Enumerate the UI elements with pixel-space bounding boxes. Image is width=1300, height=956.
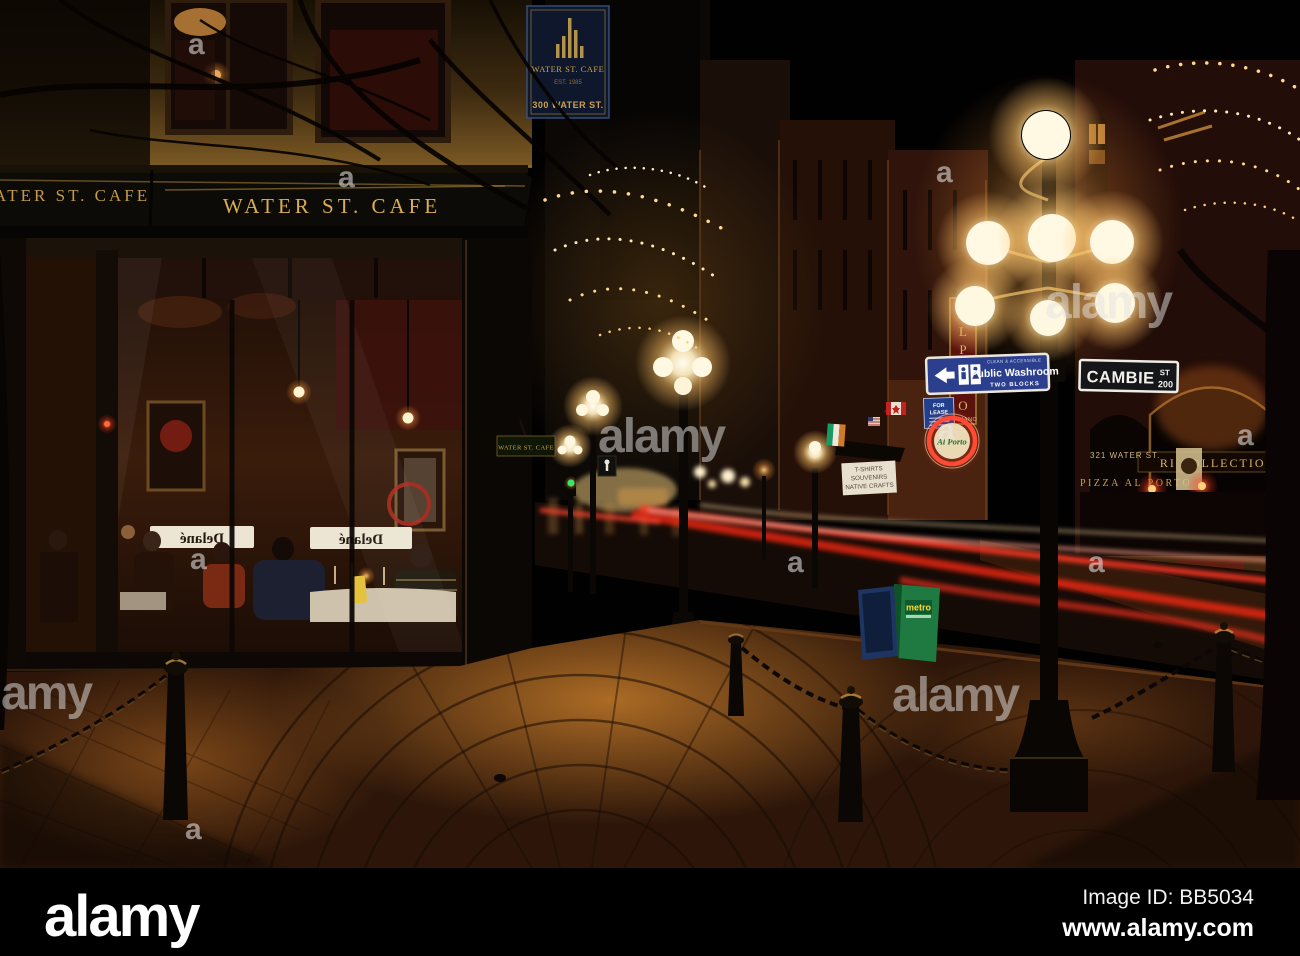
top-sign-est: EST. 1985 bbox=[554, 80, 582, 86]
address-321-sign: 321 WATER ST. bbox=[1090, 451, 1160, 460]
svg-text:T-SHIRTS: T-SHIRTS bbox=[854, 465, 882, 473]
svg-text:a: a bbox=[190, 543, 207, 576]
svg-text:alamy: alamy bbox=[598, 410, 726, 463]
cambie-block: 200 bbox=[1158, 379, 1173, 389]
svg-text:a: a bbox=[185, 813, 202, 846]
svg-text:a: a bbox=[936, 156, 953, 189]
public-washroom-sign: CLEAN & ACCESSIBLE Public Washroom TWO B… bbox=[924, 352, 1059, 396]
cambie-street-sign: CAMBIE ST 200 bbox=[1078, 358, 1180, 394]
awning-text-main: WATER ST. CAFE bbox=[223, 194, 441, 218]
newspaper-boxes: metro bbox=[858, 584, 940, 662]
svg-text:a: a bbox=[787, 546, 804, 579]
metro-newspaper-box: metro bbox=[894, 584, 940, 662]
image-id-label: Image ID: BB5034 bbox=[1082, 886, 1254, 909]
svg-text:WATER ST. CAFE: WATER ST. CAFE bbox=[498, 445, 554, 452]
cafe-building: WATER ST. CAFE ATER ST. CAFE Delané Dela… bbox=[0, 0, 610, 710]
irish-flag bbox=[826, 423, 846, 447]
svg-text:alamy: alamy bbox=[1045, 276, 1173, 329]
footer-bar: alamy Image ID: BB5034 www.alamy.com bbox=[0, 868, 1300, 956]
top-sign-title: WATER ST. CAFE bbox=[532, 64, 605, 74]
svg-text:a: a bbox=[188, 28, 205, 61]
svg-text:metro: metro bbox=[906, 603, 932, 613]
cambie-name: CAMBIE bbox=[1086, 368, 1154, 387]
top-sign-address: 300 WATER ST. bbox=[532, 100, 603, 110]
cambie-suffix: ST bbox=[1160, 368, 1171, 377]
stock-photo-gastown-night: RI COLLECTION 321 WATER ST. PIZZA AL POR… bbox=[0, 0, 1300, 956]
top-hanging-sign: WATER ST. CAFE EST. 1985 300 WATER ST. bbox=[526, 5, 610, 119]
alamy-logo: alamy bbox=[44, 884, 200, 949]
svg-text:FOR: FOR bbox=[933, 403, 945, 409]
svg-text:a: a bbox=[938, 414, 955, 447]
svg-text:a: a bbox=[338, 161, 355, 194]
us-flag bbox=[868, 417, 880, 426]
alamy-url: www.alamy.com bbox=[1061, 914, 1254, 942]
pigeon bbox=[494, 774, 506, 782]
photo-canvas: RI COLLECTION 321 WATER ST. PIZZA AL POR… bbox=[0, 0, 1300, 956]
svg-text:a: a bbox=[1237, 419, 1254, 452]
cafe-awning: WATER ST. CAFE ATER ST. CAFE bbox=[0, 165, 532, 240]
svg-text:alamy: alamy bbox=[892, 669, 1020, 722]
pigeon bbox=[1153, 641, 1163, 649]
tshirt-sign: T-SHIRTS SOUVENIRS NATIVE CRAFTS bbox=[841, 460, 897, 496]
restaurant-front: Delané Delané bbox=[0, 238, 532, 710]
svg-text:alamy: alamy bbox=[0, 667, 93, 720]
svg-text:a: a bbox=[1088, 546, 1105, 579]
awning-text-left: ATER ST. CAFE bbox=[0, 186, 150, 205]
